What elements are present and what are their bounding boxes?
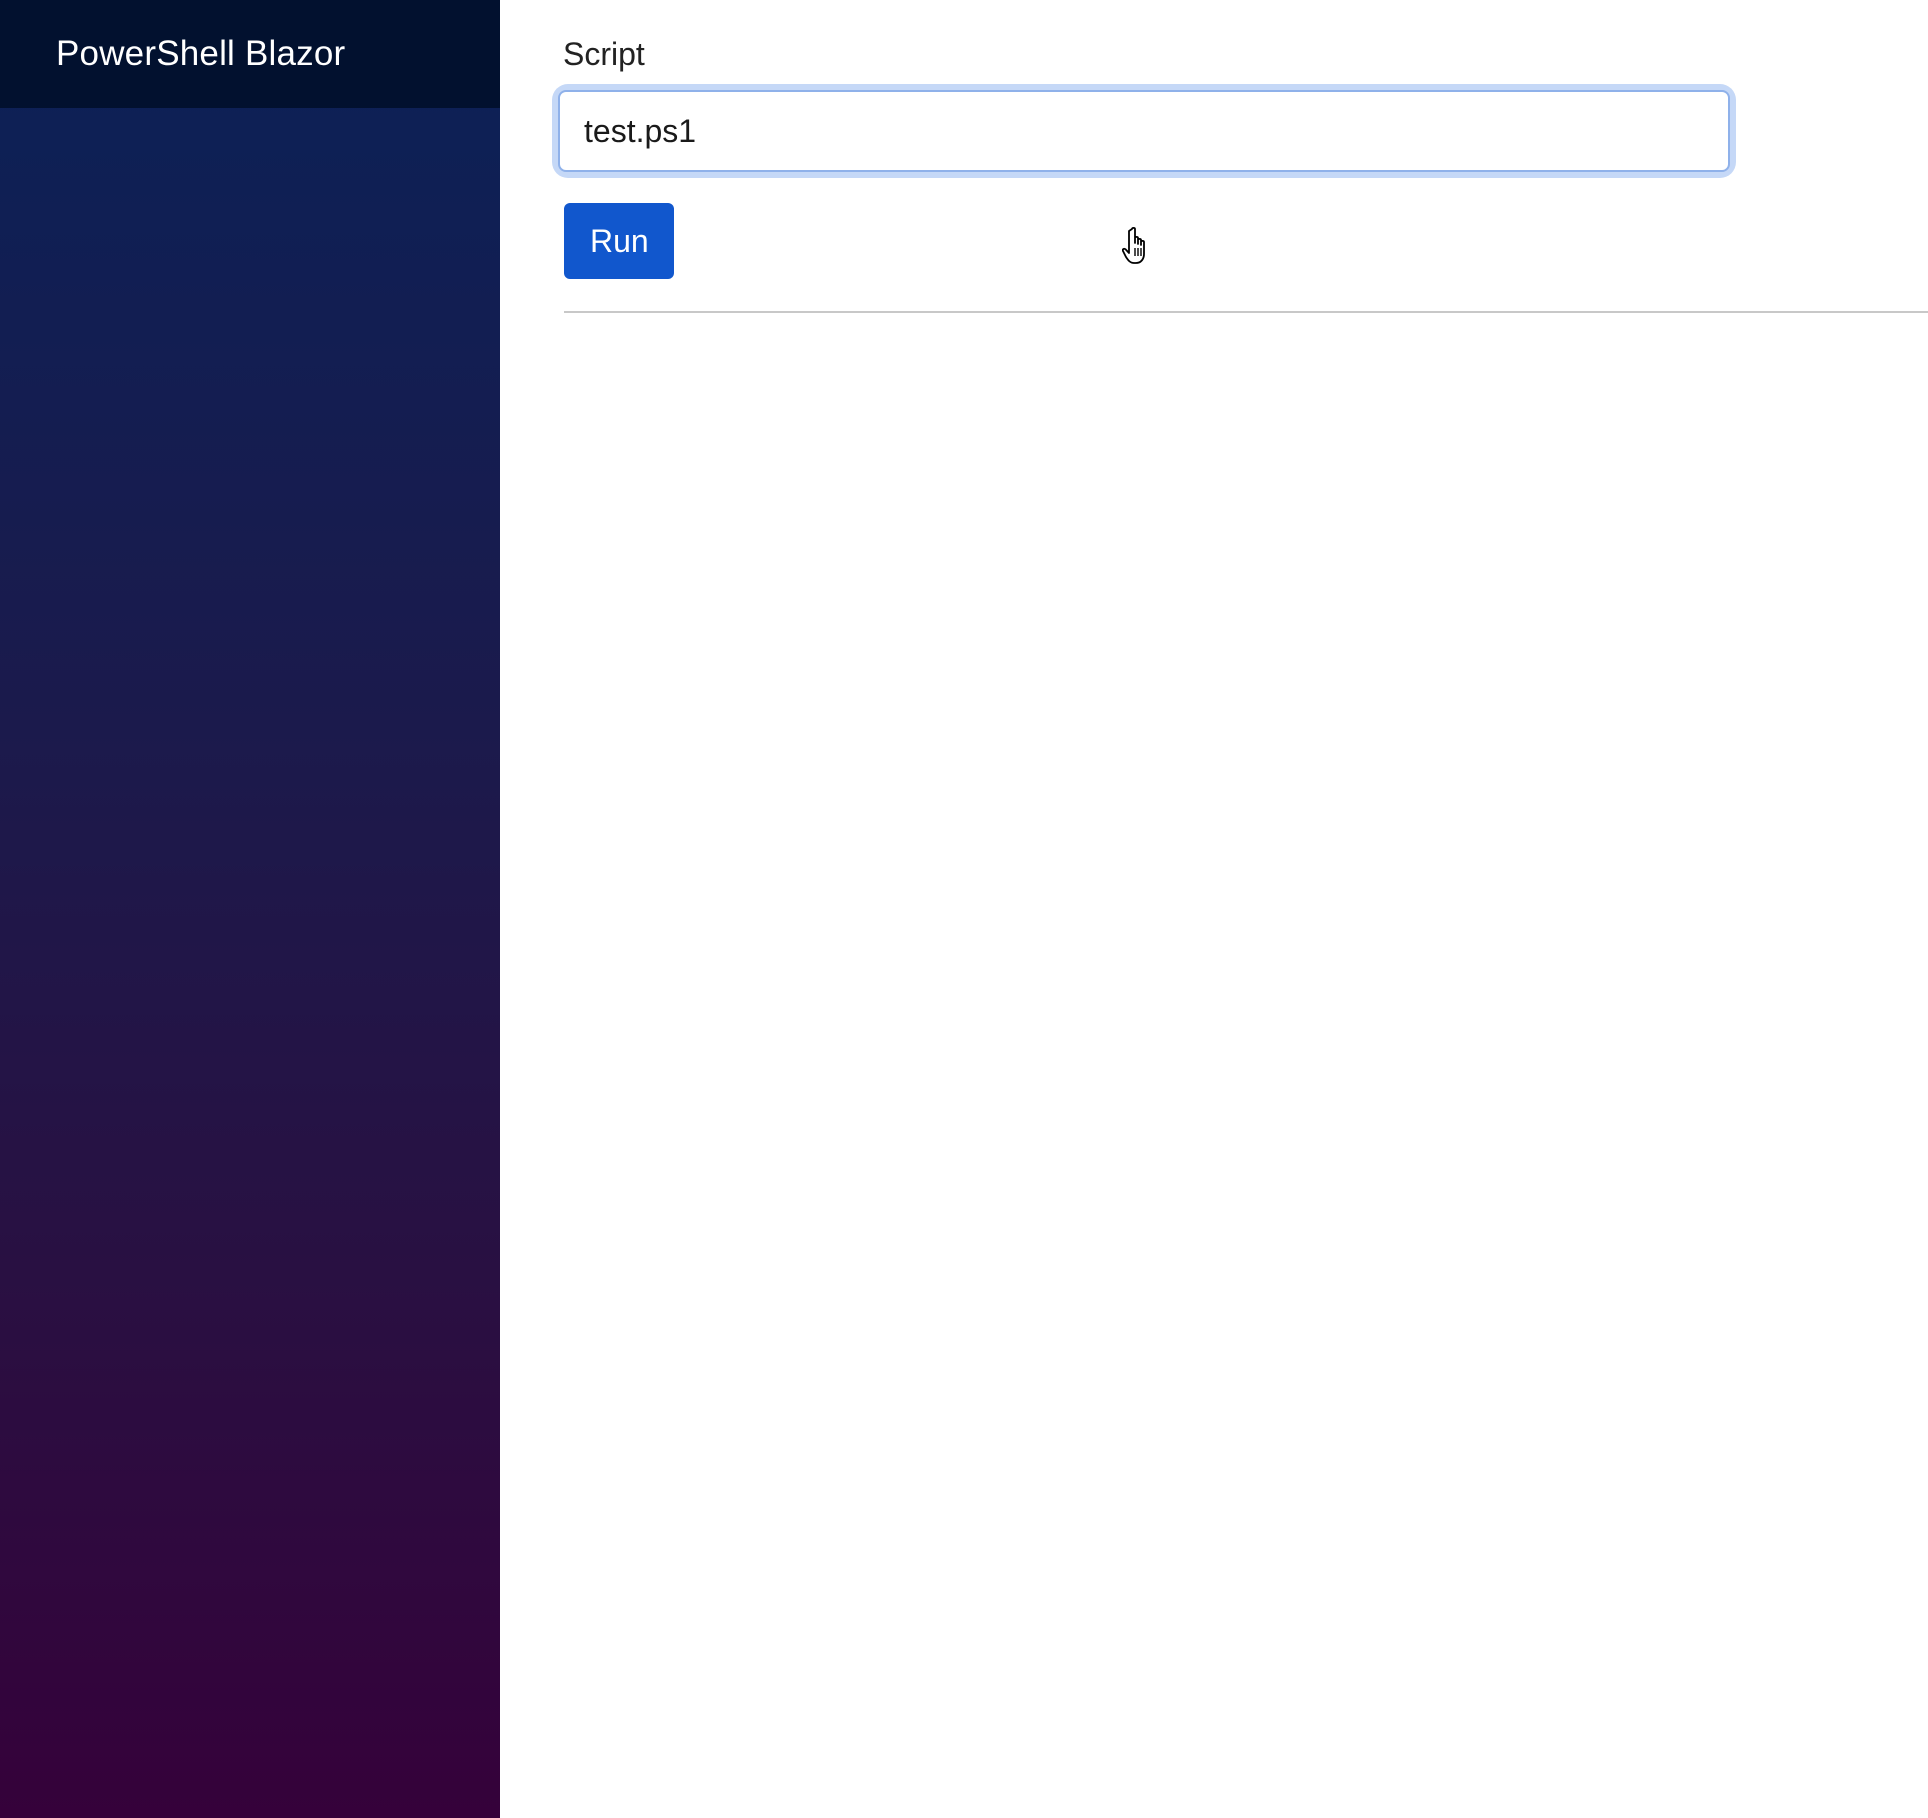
- script-input[interactable]: [558, 90, 1730, 172]
- sidebar: PowerShell Blazor: [0, 0, 500, 1818]
- content-divider: [564, 311, 1928, 313]
- run-button[interactable]: Run: [564, 203, 674, 279]
- main-content: Script Run: [500, 0, 1928, 1818]
- top-brand-bar: PowerShell Blazor: [0, 0, 500, 108]
- hand-pointer-icon: [1122, 226, 1145, 264]
- script-label: Script: [563, 36, 645, 72]
- brand-link[interactable]: PowerShell Blazor: [56, 34, 345, 74]
- script-input-focus-ring: [558, 90, 1730, 172]
- app-root: PowerShell Blazor Script Run: [0, 0, 1928, 1818]
